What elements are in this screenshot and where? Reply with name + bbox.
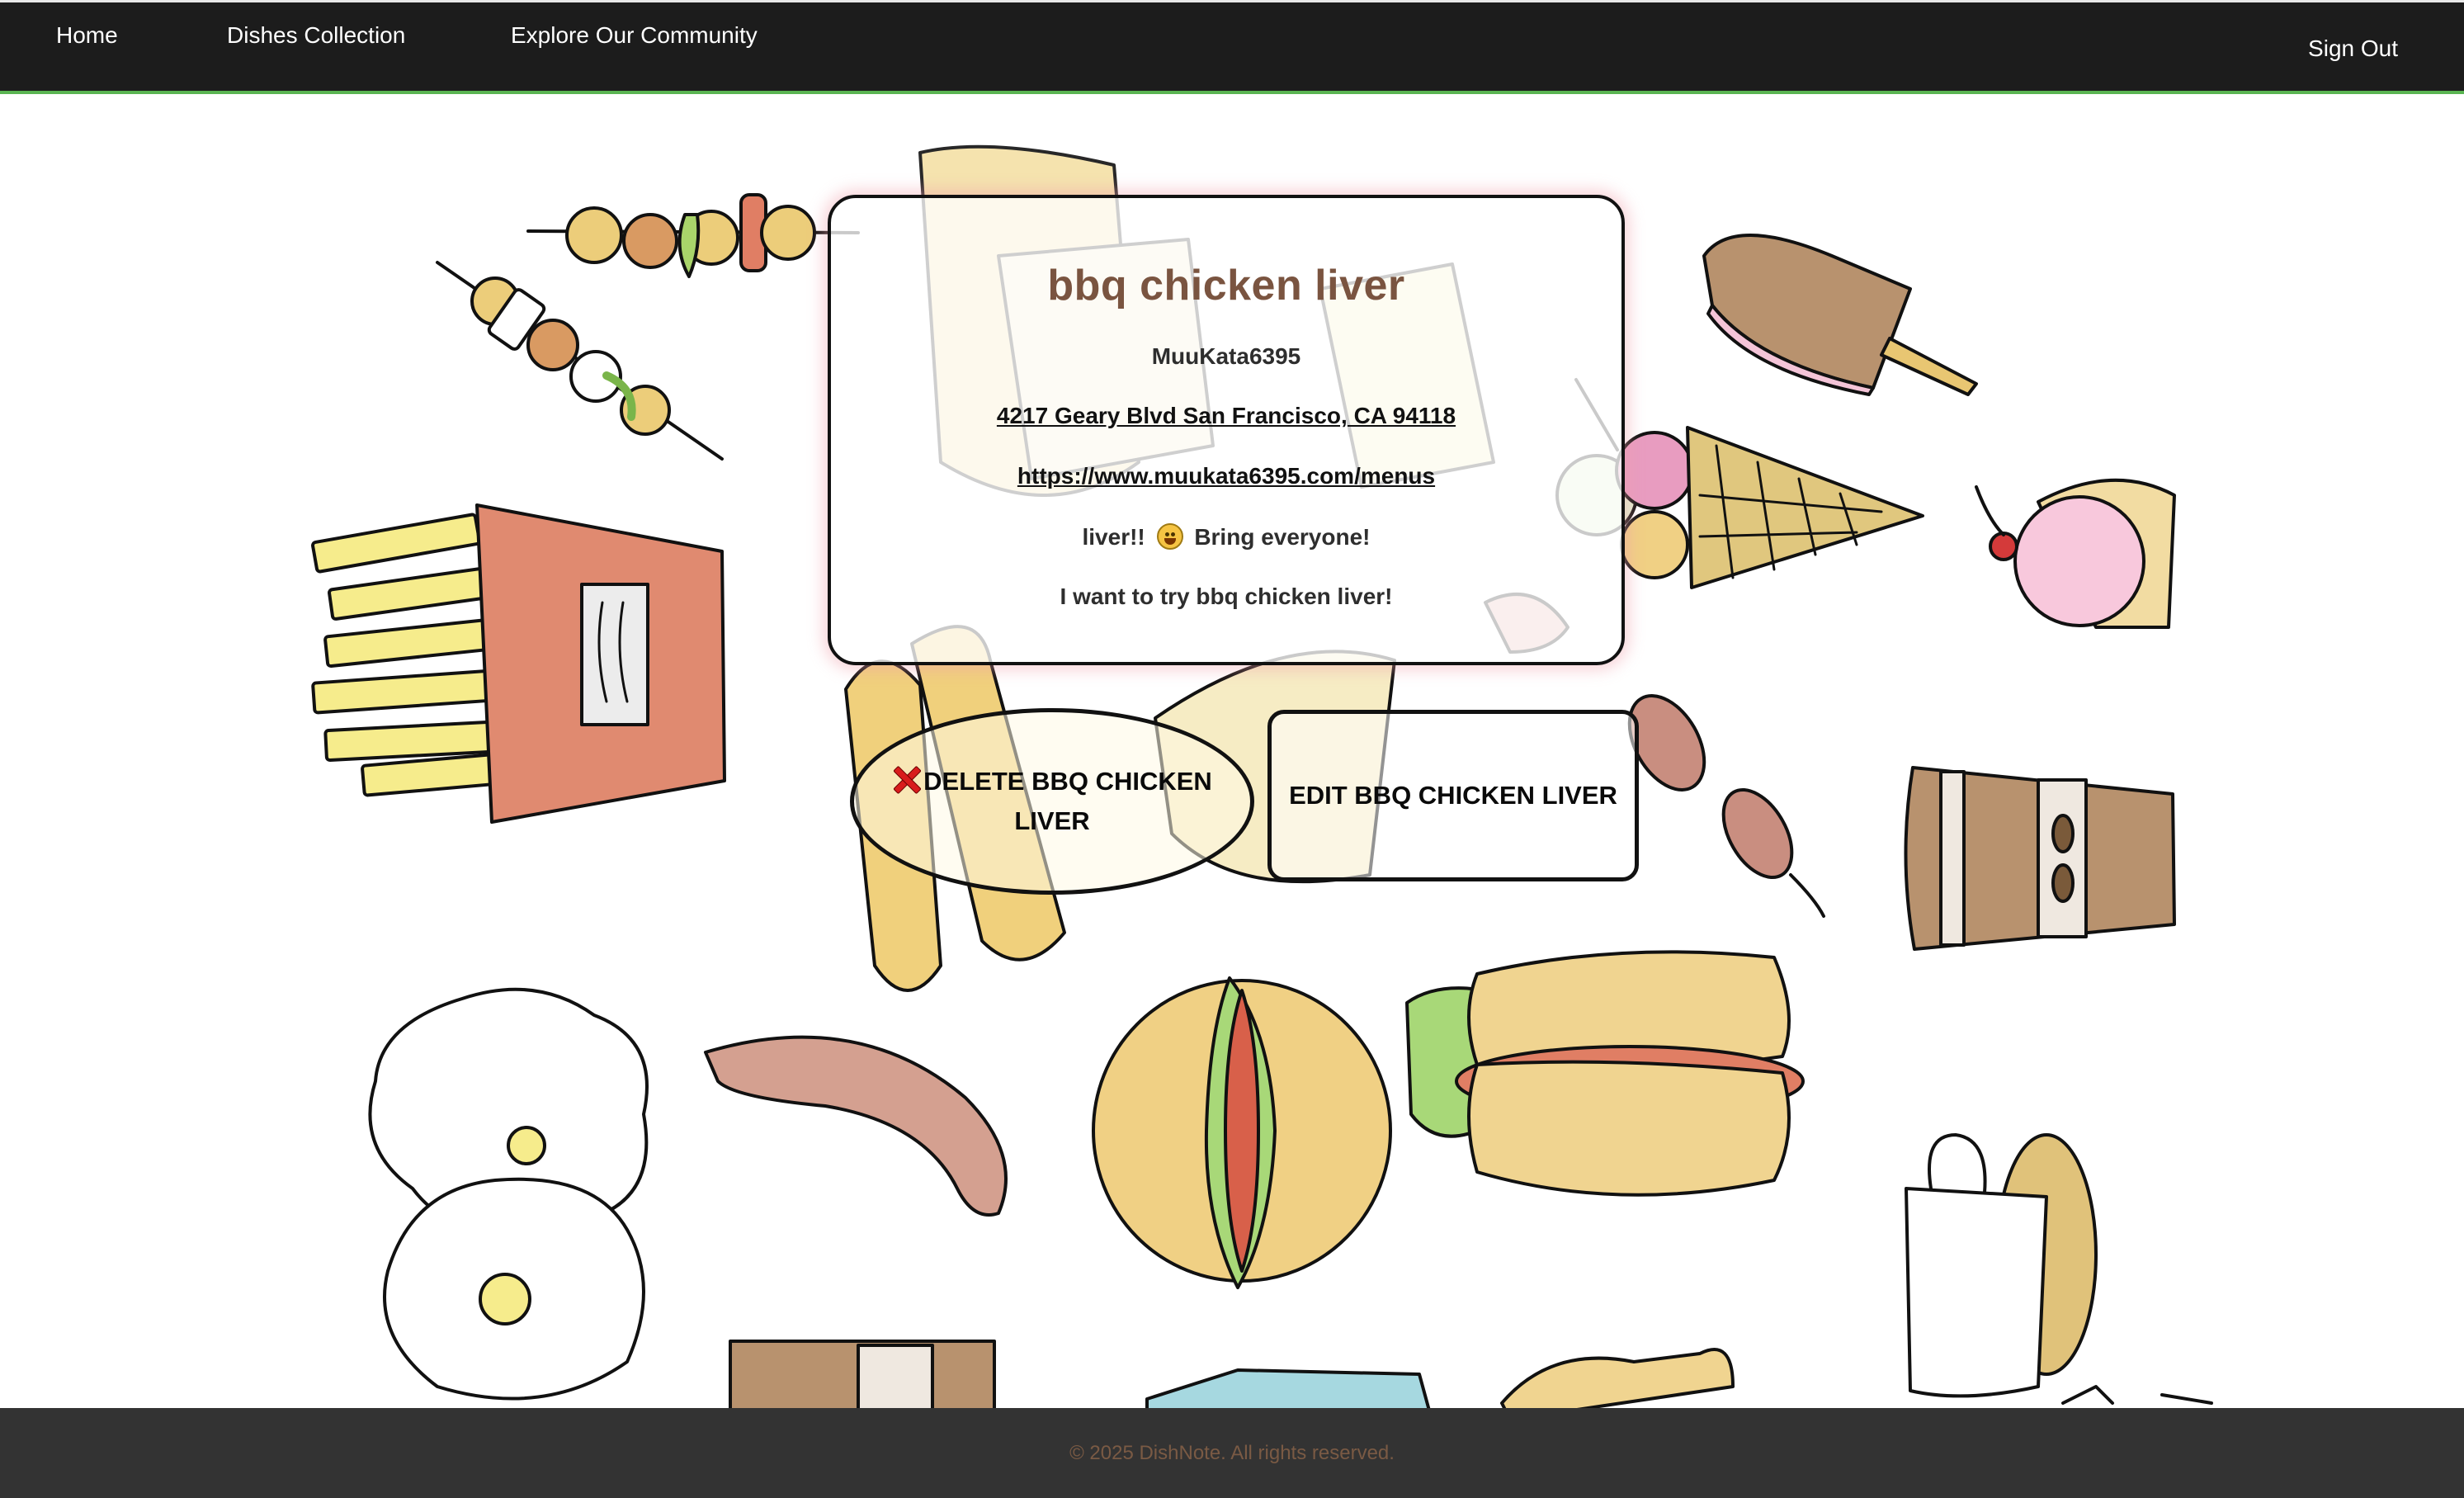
- skewer-doodle-2: [436, 261, 724, 461]
- dish-note: I want to try bbq chicken liver!: [1060, 584, 1393, 609]
- teacup-doodle: [1905, 1133, 2098, 1398]
- burger-doodle: [1092, 976, 1392, 1289]
- sign-out-link[interactable]: Sign Out: [2308, 35, 2398, 62]
- nav-explore-community-link[interactable]: Explore Our Community: [511, 22, 758, 49]
- dish-title: bbq chicken liver: [1047, 262, 1405, 310]
- nav-home-link[interactable]: Home: [56, 22, 118, 49]
- sausage-doodle: [704, 1035, 1008, 1217]
- dish-detail-card: bbq chicken liver MuuKata6395 4217 Geary…: [828, 195, 1625, 665]
- red-x-icon: [892, 765, 920, 793]
- edit-dish-label: EDIT BBQ CHICKEN LIVER: [1289, 781, 1617, 810]
- skewer-doodle: [526, 193, 860, 278]
- edit-dish-button[interactable]: EDIT BBQ CHICKEN LIVER: [1267, 710, 1639, 881]
- delete-dish-label: DELETE BBQ CHICKEN LIVER: [887, 762, 1217, 841]
- dish-description-text: liver!!: [1082, 524, 1145, 550]
- nav-dishes-collection-link[interactable]: Dishes Collection: [227, 22, 405, 49]
- sandwich-doodle: [1405, 950, 1805, 1197]
- top-navbar: Home Dishes Collection Explore Our Commu…: [0, 0, 2464, 94]
- dish-address-link[interactable]: 4217 Geary Blvd San Francisco, CA 94118: [831, 403, 1621, 429]
- fries-doodle: [311, 503, 726, 824]
- coffee-cup-doodle: [1904, 766, 2176, 951]
- dish-website-link[interactable]: https://www.muukata6395.com/menus: [831, 463, 1621, 489]
- grinning-face-emoji-icon: [1156, 523, 1183, 550]
- cupcake-doodle: [1975, 478, 2176, 629]
- delete-dish-label-text: DELETE BBQ CHICKEN LIVER: [923, 767, 1212, 835]
- dish-description: liver!! Bring everyone!: [831, 523, 1621, 551]
- fried-egg-doodle: [368, 987, 649, 1401]
- delete-dish-button[interactable]: DELETE BBQ CHICKEN LIVER: [850, 708, 1254, 895]
- footer-copyright: © 2025 DishNote. All rights reserved.: [1069, 1441, 1395, 1464]
- page-footer: © 2025 DishNote. All rights reserved.: [0, 1408, 2464, 1498]
- dish-description-text-2: Bring everyone!: [1194, 524, 1371, 550]
- ice-cream-bar-doodle: [1702, 234, 1978, 396]
- dish-author: MuuKata6395: [1151, 343, 1301, 369]
